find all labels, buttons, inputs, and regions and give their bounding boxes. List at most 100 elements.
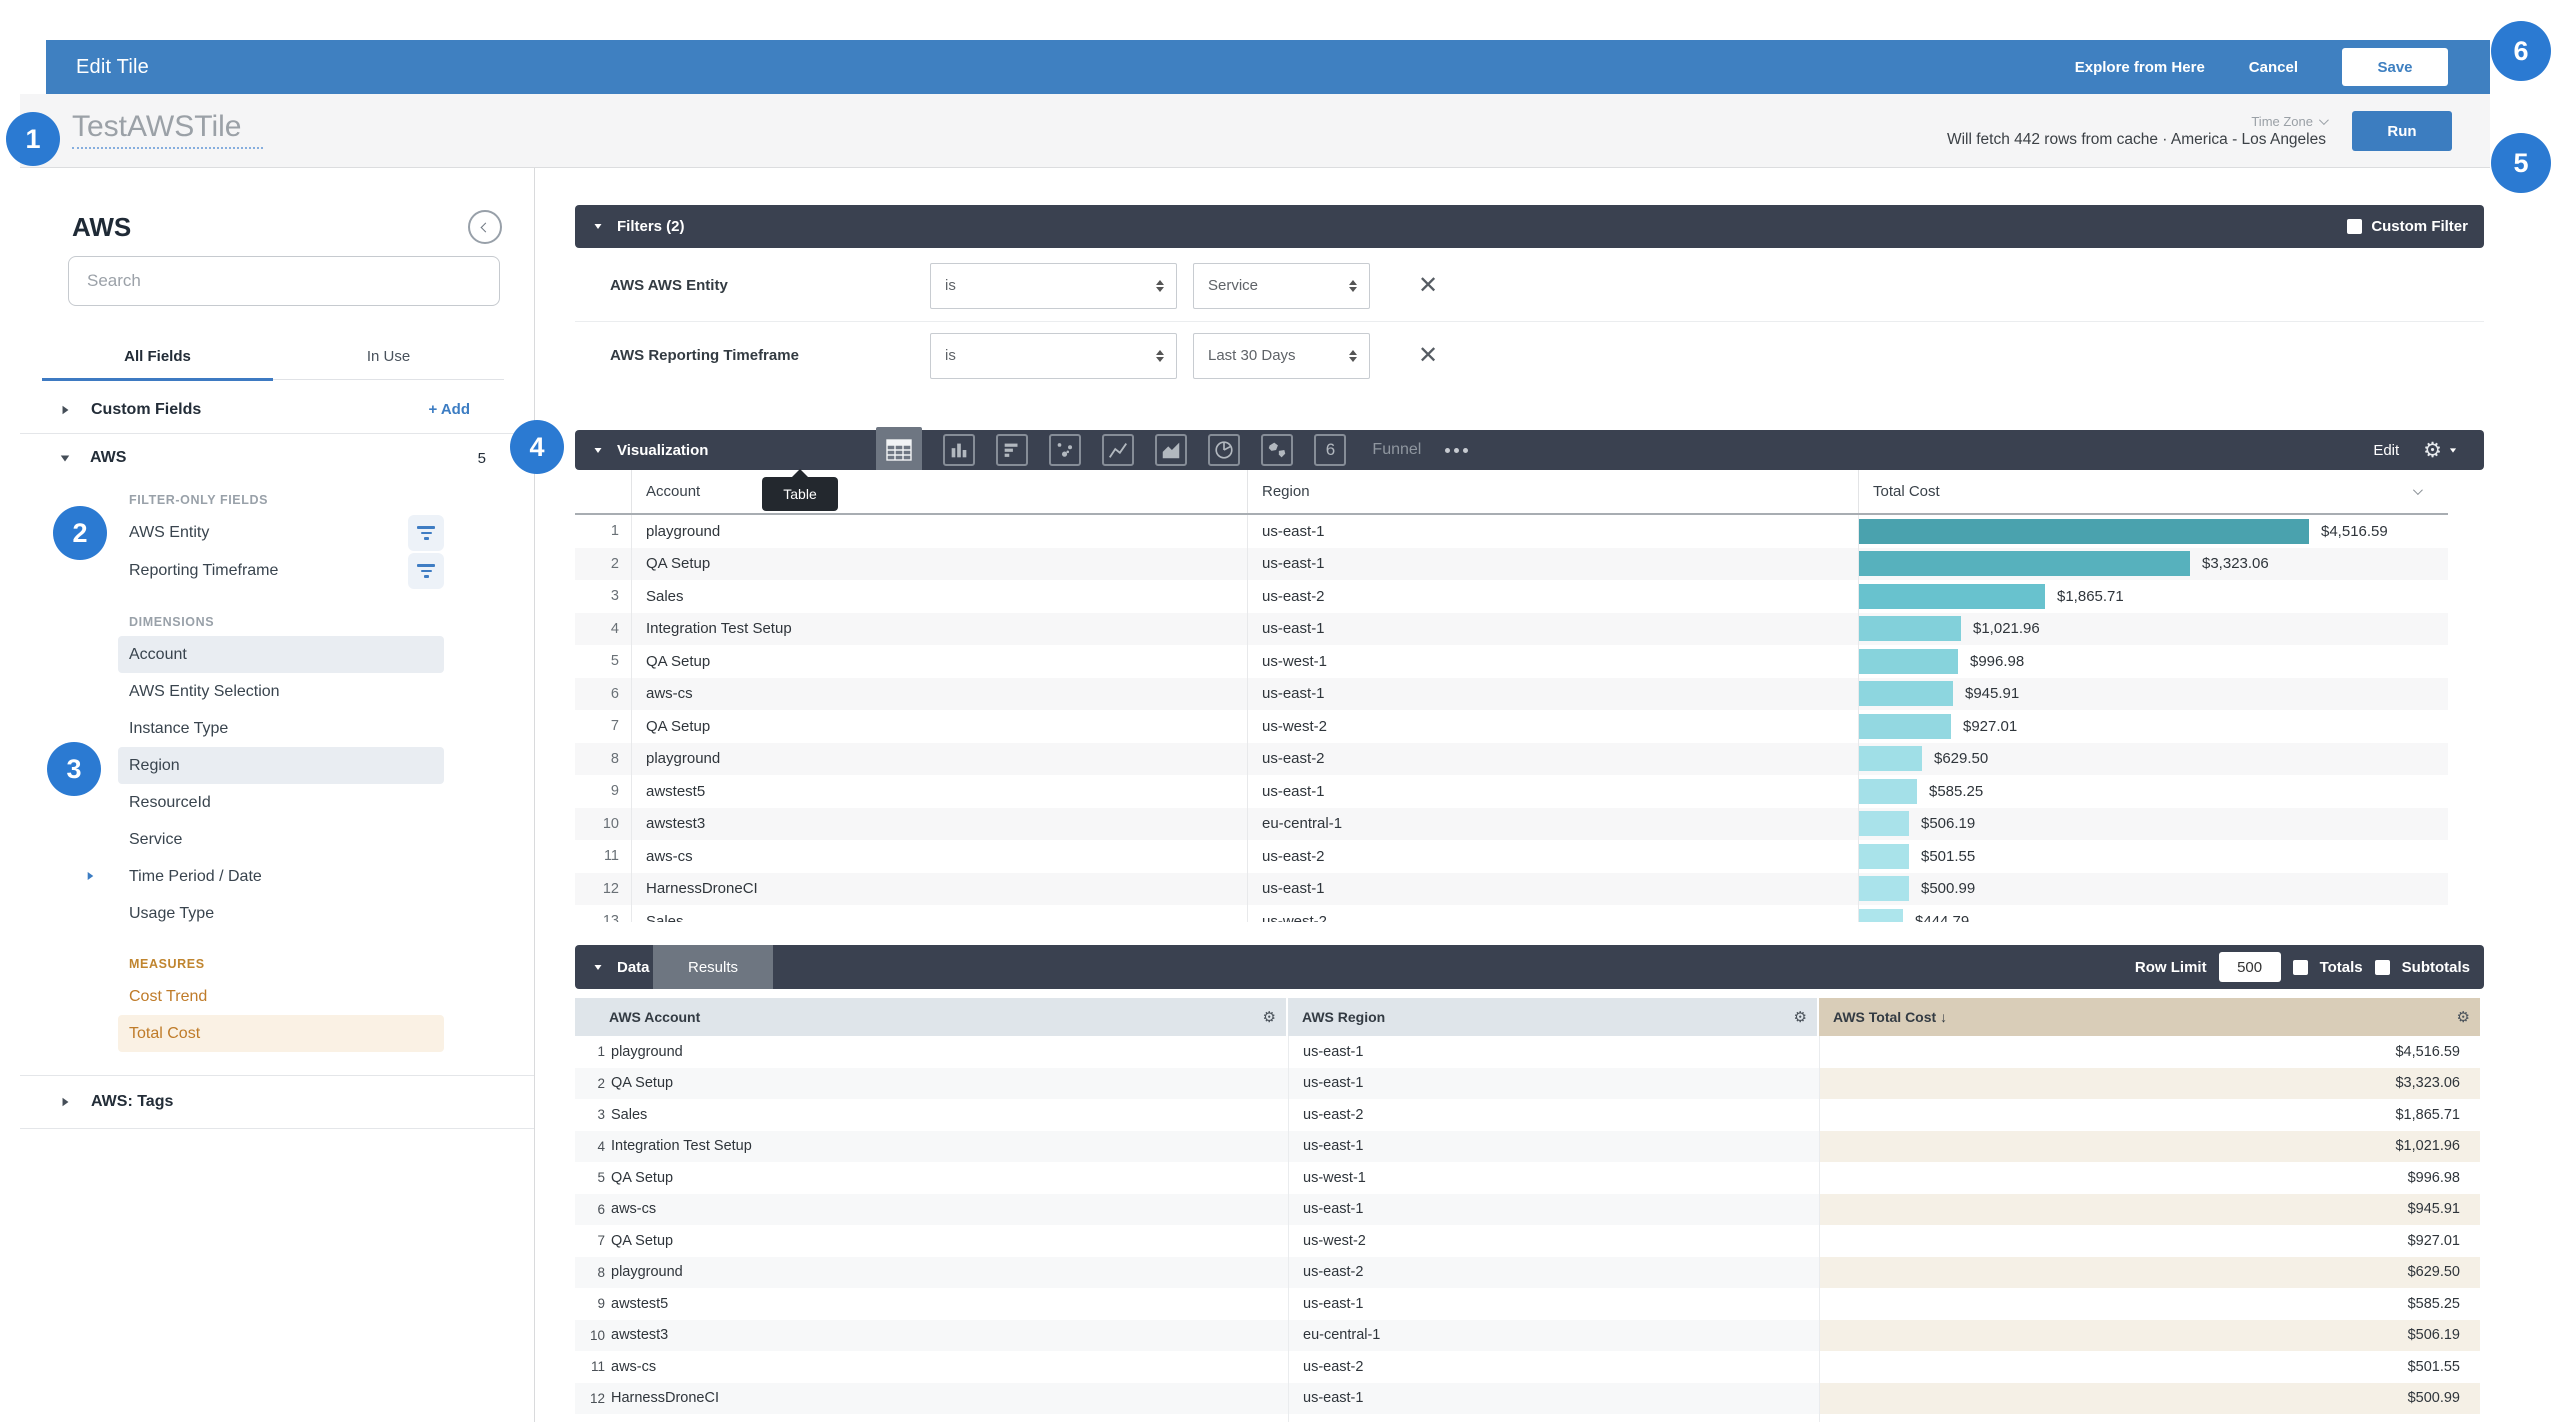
aws-tags-section[interactable]: AWS: Tags [20, 1080, 534, 1124]
filter-operator-select[interactable]: is [930, 333, 1177, 379]
filter-value-select[interactable]: Last 30 Days [1193, 333, 1370, 379]
field-item[interactable]: Time Period / Date [118, 858, 444, 895]
table-row[interactable]: 7QA Setupus-west-2$927.01 [575, 710, 2448, 743]
table-row[interactable]: 9awstest5us-east-1$585.25 [575, 1288, 2480, 1320]
totals-checkbox[interactable] [2293, 960, 2308, 975]
field-item[interactable]: ResourceId [118, 784, 444, 821]
map-viz-icon[interactable] [1261, 434, 1293, 466]
table-row[interactable]: 11aws-csus-east-2$501.55 [575, 1351, 2480, 1383]
viz-column-header[interactable]: Region [1247, 470, 1858, 513]
table-row[interactable]: 13Salesus-west-2$444.79 [575, 905, 2448, 922]
remove-filter-button[interactable]: ✕ [1418, 271, 1438, 300]
gear-icon[interactable]: ⚙ [1263, 1008, 1276, 1026]
table-row[interactable]: 10awstest3eu-central-1$506.19 [575, 808, 2448, 841]
region-cell: eu-central-1 [1288, 1320, 1819, 1352]
more-viz-types-icon[interactable] [1445, 448, 1468, 453]
field-item[interactable]: Usage Type [118, 895, 444, 932]
pie-chart-viz-icon[interactable] [1208, 434, 1240, 466]
field-item[interactable]: Reporting Timeframe [118, 552, 444, 590]
results-tab[interactable]: Results [653, 945, 773, 989]
table-row[interactable]: 12HarnessDroneCIus-east-1$500.99 [575, 1383, 2480, 1415]
data-column-header[interactable]: AWS Total Cost ↓⚙ [1819, 998, 2480, 1036]
table-row[interactable]: 3Salesus-east-2$1,865.71 [575, 580, 2448, 613]
field-item[interactable]: AWS Entity Selection [118, 673, 444, 710]
table-row[interactable]: 9awstest5us-east-1$585.25 [575, 775, 2448, 808]
subtotals-checkbox[interactable] [2375, 960, 2390, 975]
custom-fields-section[interactable]: Custom Fields + Add [20, 386, 534, 434]
updown-arrows-icon [1349, 280, 1357, 292]
filter-operator-select[interactable]: is [930, 263, 1177, 309]
viz-edit-button[interactable]: Edit [2373, 442, 2399, 459]
table-row[interactable]: 1playgroundus-east-1$4,516.59 [575, 515, 2448, 548]
table-row[interactable]: 8playgroundus-east-2$629.50 [575, 1257, 2480, 1289]
table-row[interactable]: 2QA Setupus-east-1$3,323.06 [575, 1068, 2480, 1100]
viz-column-header[interactable]: Total Cost [1858, 470, 2448, 513]
explore-from-here-button[interactable]: Explore from Here [2075, 59, 2205, 76]
collapse-icon[interactable] [595, 965, 602, 970]
table-row[interactable]: 6aws-csus-east-1$945.91 [575, 1194, 2480, 1226]
field-item-label: Service [129, 831, 182, 849]
table-row[interactable]: 5QA Setupus-west-1$996.98 [575, 645, 2448, 678]
add-custom-field-button[interactable]: + Add [428, 401, 470, 418]
filter-icon[interactable] [408, 553, 444, 589]
viz-type-funnel[interactable]: Funnel [1372, 441, 1421, 459]
single-value-viz-icon[interactable]: 6 [1314, 434, 1346, 466]
viz-column-header[interactable]: Account [631, 470, 1247, 513]
tab-in-use[interactable]: In Use [273, 334, 504, 379]
scatter-viz-icon[interactable] [1049, 434, 1081, 466]
row-limit-input[interactable] [2219, 952, 2281, 982]
collapse-sidebar-button[interactable] [468, 210, 502, 244]
table-row[interactable]: 12HarnessDroneCIus-east-1$500.99 [575, 873, 2448, 906]
timezone-dropdown[interactable]: Time Zone [2251, 114, 2326, 129]
total-cost-cell: $506.19 [1858, 808, 2448, 841]
cancel-button[interactable]: Cancel [2249, 59, 2298, 76]
run-button[interactable]: Run [2352, 111, 2452, 151]
table-row[interactable]: 8playgroundus-east-2$629.50 [575, 743, 2448, 776]
filter-value-select[interactable]: Service [1193, 263, 1370, 309]
total-cost-cell: $996.98 [1858, 645, 2448, 678]
tile-name-input[interactable]: TestAWSTile [72, 110, 263, 149]
table-row[interactable]: 13Salesus-west-2$444.79 [575, 1414, 2480, 1422]
expand-icon[interactable] [63, 1098, 69, 1107]
table-row[interactable]: 4Integration Test Setupus-east-1$1,021.9… [575, 613, 2448, 646]
tab-all-fields[interactable]: All Fields [42, 334, 273, 379]
gear-icon[interactable]: ⚙ [1794, 1008, 1807, 1026]
aws-group-row[interactable]: AWS 5 [20, 434, 534, 482]
table-row[interactable]: 4Integration Test Setupus-east-1$1,021.9… [575, 1131, 2480, 1163]
expand-icon[interactable] [88, 872, 94, 880]
filter-icon[interactable] [408, 515, 444, 551]
table-row[interactable]: 6aws-csus-east-1$945.91 [575, 678, 2448, 711]
table-viz-icon[interactable] [876, 427, 922, 473]
data-column-header[interactable]: AWS Region⚙ [1288, 998, 1819, 1036]
viz-settings-button[interactable]: ⚙ [2423, 438, 2458, 462]
save-button[interactable]: Save [2342, 48, 2448, 86]
annotation-3: 3 [47, 742, 101, 796]
table-row[interactable]: 5QA Setupus-west-1$996.98 [575, 1162, 2480, 1194]
line-chart-viz-icon[interactable] [1102, 434, 1134, 466]
table-row[interactable]: 3Salesus-east-2$1,865.71 [575, 1099, 2480, 1131]
table-row[interactable]: 2QA Setupus-east-1$3,323.06 [575, 548, 2448, 581]
column-chart-viz-icon[interactable] [943, 434, 975, 466]
custom-filter-checkbox[interactable] [2347, 219, 2362, 234]
table-row[interactable]: 11aws-csus-east-2$501.55 [575, 840, 2448, 873]
area-chart-viz-icon[interactable] [1155, 434, 1187, 466]
collapse-icon[interactable] [595, 448, 602, 453]
field-item[interactable]: Service [118, 821, 444, 858]
gear-icon[interactable]: ⚙ [2457, 1008, 2470, 1026]
search-input[interactable] [68, 256, 500, 306]
field-item[interactable]: Region [118, 747, 444, 784]
collapse-icon[interactable] [595, 224, 602, 229]
table-row[interactable]: 1playgroundus-east-1$4,516.59 [575, 1036, 2480, 1068]
table-row[interactable]: 7QA Setupus-west-2$927.01 [575, 1225, 2480, 1257]
field-item[interactable]: Total Cost [118, 1015, 444, 1052]
field-item[interactable]: Instance Type [118, 710, 444, 747]
expand-icon[interactable] [63, 405, 69, 414]
remove-filter-button[interactable]: ✕ [1418, 341, 1438, 370]
field-item[interactable]: Cost Trend [118, 978, 444, 1015]
field-item[interactable]: AWS Entity [118, 514, 444, 552]
bar-chart-viz-icon[interactable] [996, 434, 1028, 466]
field-item[interactable]: Account [118, 636, 444, 673]
data-column-header[interactable]: AWS Account⚙ [575, 998, 1288, 1036]
collapse-icon[interactable] [61, 455, 70, 461]
table-row[interactable]: 10awstest3eu-central-1$506.19 [575, 1320, 2480, 1352]
